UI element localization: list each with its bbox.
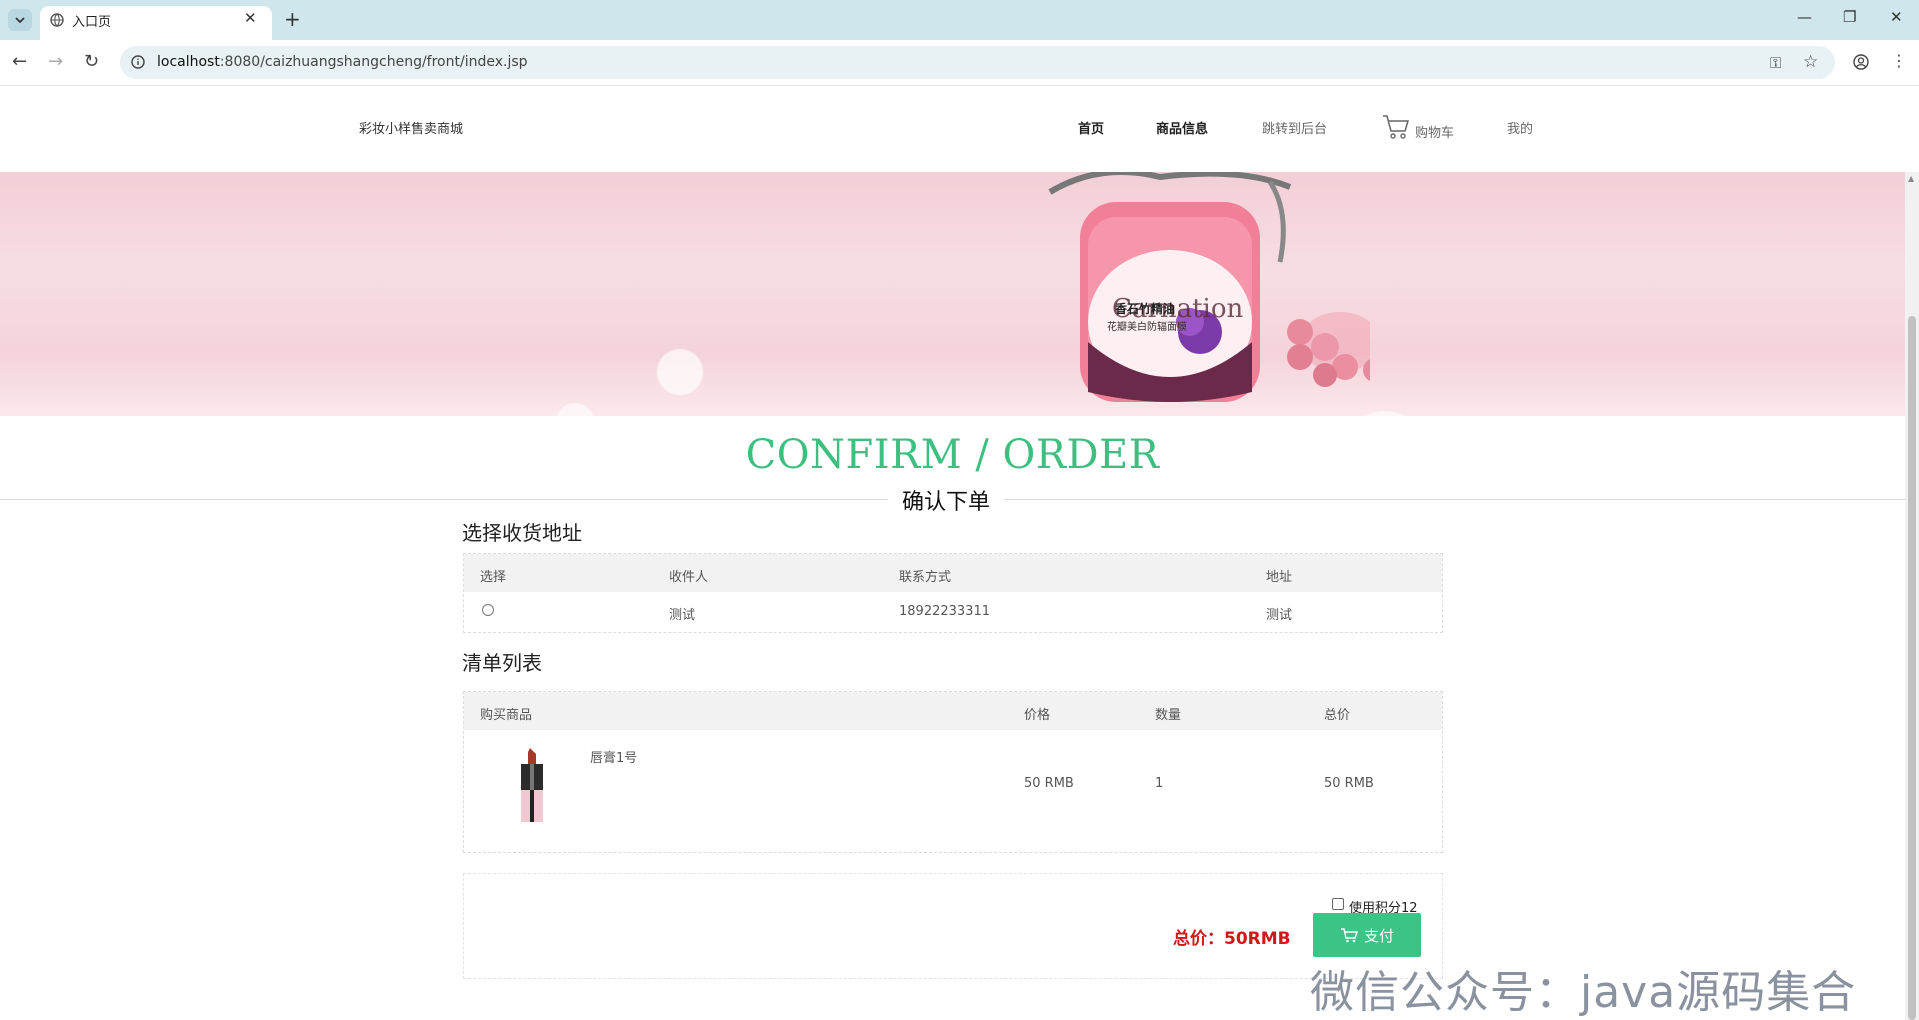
order-item-qty: 1 — [1155, 776, 1164, 791]
chevron-down-icon — [15, 17, 25, 24]
order-table: 购买商品 价格 数量 总价 唇膏1号 50 RMB 1 50 RMB — [463, 691, 1443, 853]
restore-icon[interactable]: ❐ — [1843, 8, 1856, 26]
pay-button[interactable]: 支付 — [1313, 913, 1421, 957]
address-col-address: 地址 — [1266, 570, 1293, 585]
minimize-icon[interactable]: — — [1797, 8, 1812, 26]
nav-home[interactable]: 首页 — [1078, 118, 1104, 137]
address-address: 测试 — [1266, 608, 1293, 623]
page-title-zh: 确认下单 — [888, 484, 1005, 516]
address-col-recipient: 收件人 — [669, 570, 709, 585]
url-host: localhost — [157, 54, 220, 70]
address-table-header — [464, 554, 1442, 592]
banner-text-2: 花瓣美白防辐面膜 — [1107, 322, 1187, 333]
page-title-en: CONFIRM / ORDER — [745, 432, 1160, 478]
forward-icon[interactable]: → — [48, 51, 63, 72]
menu-kebab-icon[interactable]: ⋮ — [1891, 51, 1907, 70]
tab-search-dropdown[interactable] — [8, 9, 32, 31]
order-section-title: 清单列表 — [462, 651, 542, 675]
nav-admin[interactable]: 跳转到后台 — [1262, 118, 1327, 137]
globe-icon — [50, 13, 64, 27]
hero-banner: Carnation 香石竹精油 花瓣美白防辐面膜 — [0, 172, 1905, 416]
new-tab-icon[interactable]: + — [284, 7, 301, 31]
product-thumbnail[interactable] — [516, 746, 546, 824]
scroll-up-icon[interactable]: ▲ — [1908, 174, 1914, 183]
address-table: 选择 收件人 联系方式 地址 测试 18922233311 测试 — [463, 553, 1443, 633]
order-col-total: 总价 — [1324, 708, 1351, 723]
nav-products[interactable]: 商品信息 — [1156, 118, 1208, 137]
url-path: :8080/caizhuangshangcheng/front/index.js… — [219, 54, 528, 70]
tab-close-icon[interactable]: ✕ — [244, 9, 257, 27]
back-icon[interactable]: ← — [12, 51, 27, 72]
address-phone: 18922233311 — [899, 604, 990, 619]
banner-text-1: 香石竹精油 — [1115, 302, 1176, 316]
order-total: 总价：50RMB — [1173, 929, 1291, 949]
nav-mine[interactable]: 我的 — [1507, 118, 1533, 137]
password-key-icon[interactable]: ⚿ — [1770, 54, 1781, 72]
order-col-qty: 数量 — [1155, 708, 1182, 723]
scrollbar-thumb[interactable] — [1908, 316, 1916, 1020]
watermark-text: 微信公众号：java源码集合 — [1310, 967, 1857, 1018]
cart-icon — [1340, 928, 1358, 943]
address-recipient: 测试 — [669, 608, 696, 623]
order-item-name[interactable]: 唇膏1号 — [590, 747, 637, 766]
cart-icon — [1383, 115, 1410, 139]
order-table-header — [464, 692, 1442, 730]
use-points-checkbox[interactable] — [1332, 898, 1344, 910]
profile-icon[interactable] — [1853, 54, 1869, 70]
address-select-radio[interactable] — [482, 604, 494, 616]
order-col-product: 购买商品 — [480, 708, 533, 723]
order-item-price: 50 RMB — [1024, 776, 1074, 791]
url-text[interactable]: localhost:8080/caizhuangshangcheng/front… — [157, 54, 528, 70]
tab-title: 入口页 — [72, 15, 112, 30]
checkout-panel — [463, 873, 1443, 979]
site-info-icon[interactable] — [131, 55, 145, 69]
order-col-price: 价格 — [1024, 708, 1051, 723]
order-item-total: 50 RMB — [1324, 776, 1374, 791]
address-section-title: 选择收货地址 — [462, 521, 582, 545]
banner-product-image: Carnation — [1048, 172, 1370, 402]
pay-button-label: 支付 — [1363, 926, 1394, 945]
window-close-icon[interactable]: ✕ — [1890, 8, 1903, 26]
bookmark-star-icon[interactable]: ☆ — [1803, 52, 1818, 72]
site-brand[interactable]: 彩妆小样售卖商城 — [359, 118, 463, 137]
address-col-select: 选择 — [480, 570, 507, 585]
nav-cart-label: 购物车 — [1415, 126, 1455, 141]
reload-icon[interactable]: ↻ — [84, 51, 99, 72]
address-col-phone: 联系方式 — [899, 570, 952, 585]
